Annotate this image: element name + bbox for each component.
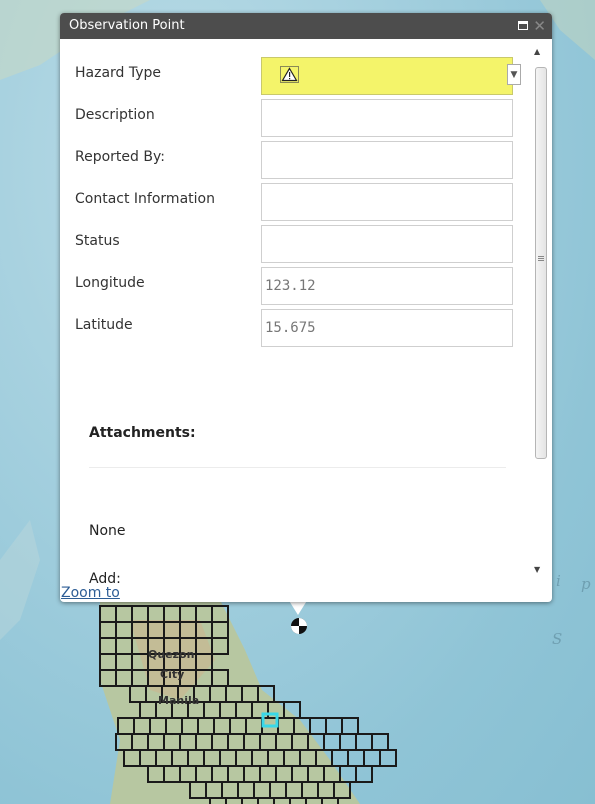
field-label: Description: [75, 107, 155, 123]
reported-by-input[interactable]: [261, 141, 513, 179]
field-label: Hazard Type: [75, 65, 162, 81]
field-row-contact-information: Contact Information: [75, 183, 515, 221]
city-label: Quezon: [148, 648, 195, 661]
map-label: p: [581, 575, 591, 593]
popup-header: Observation Point ✕: [60, 13, 552, 39]
contact-information-input[interactable]: [261, 183, 513, 221]
scroll-thumb[interactable]: [535, 67, 547, 459]
close-icon[interactable]: ✕: [533, 13, 546, 39]
attachments-empty-text: None: [89, 523, 126, 539]
field-row-longitude: Longitude 123.12: [75, 267, 515, 305]
longitude-input[interactable]: 123.12: [261, 267, 513, 305]
field-row-description: Description: [75, 99, 515, 137]
maximize-icon[interactable]: [518, 21, 528, 30]
scroll-down-icon[interactable]: ▼: [534, 565, 540, 574]
field-label: Reported By:: [75, 149, 165, 165]
latitude-input[interactable]: 15.675: [261, 309, 513, 347]
zoom-to-link[interactable]: Zoom to: [61, 585, 120, 601]
warning-triangle-icon: [280, 66, 299, 83]
attachments-title: Attachments:: [89, 425, 196, 441]
map-label: S: [552, 630, 563, 648]
chevron-down-icon[interactable]: ▼: [507, 64, 521, 85]
field-label: Latitude: [75, 317, 133, 333]
scroll-up-icon[interactable]: ▲: [534, 47, 540, 56]
description-input[interactable]: [261, 99, 513, 137]
field-row-status: Status: [75, 225, 515, 263]
city-label: City: [160, 668, 185, 681]
popup-title: Observation Point: [69, 18, 185, 33]
city-label: Manila: [158, 694, 200, 707]
field-label: Contact Information: [75, 191, 215, 207]
field-row-hazard-type: Hazard Type ▼: [75, 57, 521, 95]
field-row-reported-by: Reported By:: [75, 141, 515, 179]
location-marker-icon[interactable]: [289, 616, 309, 636]
status-input[interactable]: [261, 225, 513, 263]
popup-scrollbar[interactable]: ▲ ▼: [530, 39, 550, 587]
field-label: Status: [75, 233, 120, 249]
field-label: Longitude: [75, 275, 145, 291]
popup-form: Hazard Type ▼ Description Reported By: C…: [60, 39, 552, 587]
observation-popup: Observation Point ✕ Hazard Type ▼ Descri…: [60, 13, 552, 602]
field-row-latitude: Latitude 15.675: [75, 309, 515, 347]
divider: [89, 467, 506, 468]
grip-icon: [538, 256, 544, 261]
map-label: i: [556, 572, 561, 590]
